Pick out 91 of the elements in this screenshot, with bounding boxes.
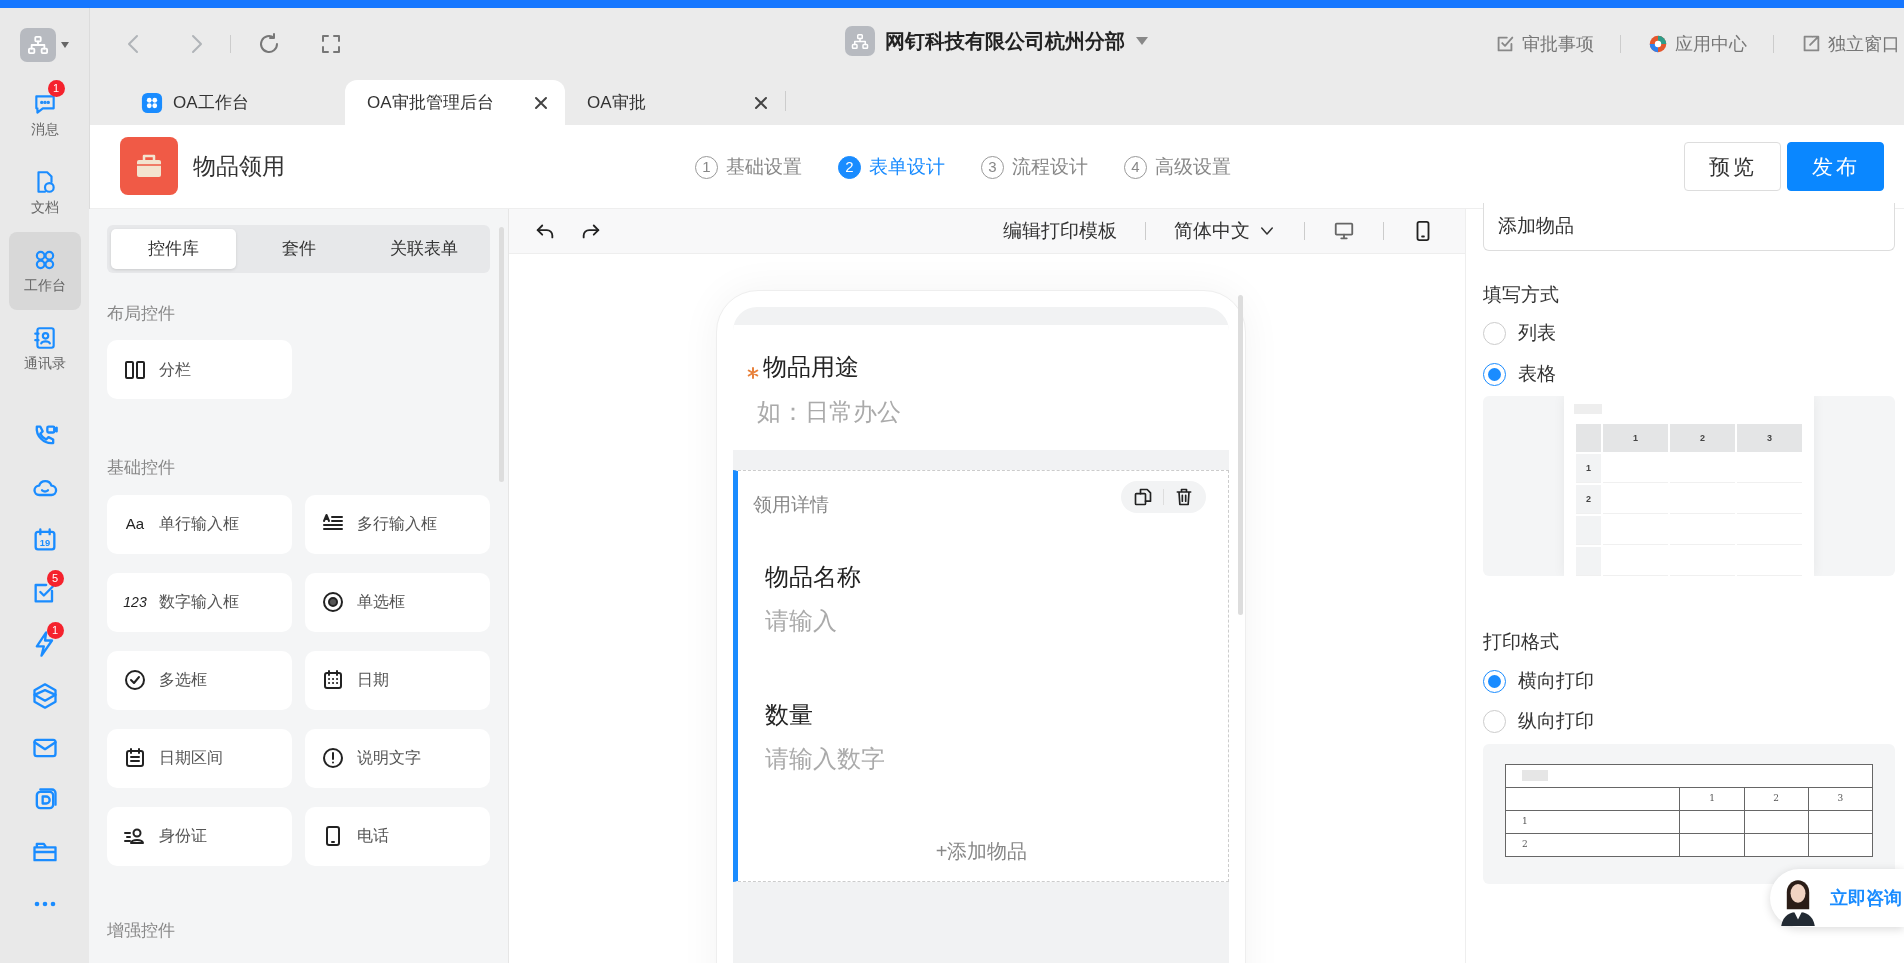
radio-icon bbox=[321, 590, 345, 615]
rail-button[interactable]: 1 bbox=[19, 622, 70, 666]
radio-option[interactable]: 表格 bbox=[1483, 359, 1556, 389]
field-label: 数量 bbox=[765, 700, 814, 731]
glyph-icon: 123 bbox=[123, 591, 147, 613]
detail-table-field[interactable]: 领用详情 物品名称 请输入 数量 请输入数字 +添加物品 bbox=[733, 469, 1229, 883]
palette-item[interactable]: 日期 bbox=[305, 650, 490, 710]
preview-button[interactable]: 预览 bbox=[1684, 141, 1781, 191]
section-title: 布局控件 bbox=[107, 302, 176, 325]
palette-item[interactable]: 日期区间 bbox=[107, 728, 292, 788]
radio-option[interactable]: 纵向打印 bbox=[1483, 707, 1594, 736]
row-number: 2 bbox=[1505, 833, 1680, 857]
input-field[interactable]: 添加物品 bbox=[1483, 202, 1895, 251]
rail-item[interactable]: 通讯录 bbox=[8, 310, 81, 388]
palette-tab[interactable]: 套件 bbox=[236, 228, 361, 269]
caret-icon bbox=[59, 41, 70, 49]
close-icon[interactable] bbox=[753, 94, 769, 111]
browser-tab[interactable]: OA工作台 bbox=[125, 80, 345, 125]
palette-tab[interactable]: 关联表单 bbox=[361, 228, 486, 269]
browser-tab[interactable]: OA审批 bbox=[565, 80, 785, 125]
count-badge: 1 bbox=[47, 80, 65, 97]
cube-icon bbox=[30, 682, 59, 710]
count-badge: 5 bbox=[46, 570, 64, 587]
org-switcher[interactable]: 网钉科技有限公司杭州分部 bbox=[845, 26, 1149, 56]
title-placeholder-bar bbox=[1522, 770, 1548, 782]
rail-button[interactable]: 5 bbox=[19, 570, 70, 614]
language-select[interactable]: 简体中文 bbox=[1174, 216, 1276, 246]
delete-icon[interactable] bbox=[1174, 486, 1194, 507]
header-link[interactable]: 独立窗口 bbox=[1800, 30, 1900, 58]
app-title: 物品领用 bbox=[193, 152, 285, 182]
count-badge: 1 bbox=[46, 622, 64, 639]
rail-item[interactable]: 文档 bbox=[8, 154, 81, 232]
fullscreen-icon[interactable] bbox=[319, 32, 343, 56]
column-header: 1 bbox=[1679, 787, 1745, 811]
section-title: 基础控件 bbox=[107, 457, 176, 480]
row-number: 2 bbox=[1576, 485, 1601, 515]
rail-item[interactable]: 消息 1 bbox=[8, 76, 81, 154]
palette-item[interactable]: 123 数字输入框 bbox=[107, 572, 292, 632]
caret-icon bbox=[1135, 36, 1149, 46]
step-tab[interactable]: 3 流程设计 bbox=[981, 153, 1088, 182]
field-label: 物品用途 bbox=[763, 352, 859, 383]
copy-icon[interactable] bbox=[1133, 486, 1153, 507]
org-switcher[interactable] bbox=[19, 28, 70, 62]
palette-item[interactable]: 说明文字 bbox=[305, 728, 490, 788]
palette-item[interactable]: Aa 单行输入框 bbox=[107, 494, 292, 554]
radio-option[interactable]: 横向打印 bbox=[1483, 666, 1594, 696]
palette-item[interactable]: 分栏 bbox=[107, 340, 292, 400]
palette-item[interactable]: 多行输入框 bbox=[305, 494, 490, 554]
org-logo-icon bbox=[845, 26, 875, 56]
section-title: 增强控件 bbox=[107, 919, 176, 942]
close-icon[interactable] bbox=[533, 94, 549, 111]
header-link[interactable]: 应用中心 bbox=[1647, 30, 1747, 58]
contact-card-icon bbox=[31, 324, 58, 351]
field-placeholder: 请输入数字 bbox=[765, 744, 886, 775]
pinwheel-icon bbox=[1647, 33, 1669, 55]
step-tab[interactable]: 4 高级设置 bbox=[1124, 153, 1231, 182]
step-tab[interactable]: 1 基础设置 bbox=[695, 153, 802, 182]
check-circle-icon bbox=[123, 668, 147, 693]
field-placeholder: 如：日常办公 bbox=[757, 396, 902, 427]
column-header: 2 bbox=[1670, 424, 1735, 453]
form-field[interactable]: 物品用途 如：日常办公 bbox=[733, 324, 1229, 450]
exclamation-circle-icon bbox=[321, 746, 345, 771]
palette-item[interactable]: 身份证 bbox=[107, 806, 292, 866]
field-placeholder: 请输入 bbox=[765, 606, 838, 637]
glyph-icon: Aa bbox=[123, 513, 147, 536]
publish-button[interactable]: 发布 bbox=[1787, 141, 1884, 191]
section-title: 填写方式 bbox=[1483, 282, 1560, 307]
radio-option[interactable]: 列表 bbox=[1483, 319, 1556, 348]
column-header: 3 bbox=[1808, 787, 1873, 811]
scrollbar[interactable] bbox=[499, 226, 504, 482]
print-template-button[interactable]: 编辑打印模板 bbox=[1003, 216, 1117, 246]
palette-item[interactable]: 多选框 bbox=[107, 650, 292, 710]
column-header: 1 bbox=[1603, 424, 1668, 453]
row-number: 1 bbox=[1505, 810, 1680, 834]
refresh-icon[interactable] bbox=[257, 32, 281, 56]
scrollbar[interactable] bbox=[1238, 294, 1243, 615]
browser-tab[interactable]: OA审批管理后台 bbox=[345, 80, 565, 125]
section-title: 打印格式 bbox=[1483, 630, 1560, 655]
column-header: 3 bbox=[1737, 424, 1802, 453]
column-header: 2 bbox=[1744, 787, 1809, 811]
field-label: 物品名称 bbox=[765, 562, 862, 593]
palette-tab[interactable]: 控件库 bbox=[111, 228, 236, 269]
app-logo-icon bbox=[141, 91, 163, 114]
org-logo-icon bbox=[19, 28, 56, 62]
palette-item[interactable]: 单选框 bbox=[305, 572, 490, 632]
row-number: 1 bbox=[1576, 454, 1601, 484]
rail-item[interactable]: 工作台 bbox=[8, 232, 81, 310]
section-title: 领用详情 bbox=[753, 492, 829, 517]
add-item-button[interactable]: +添加物品 bbox=[929, 835, 1034, 868]
palette-item[interactable]: 电话 bbox=[305, 806, 490, 866]
header-link[interactable]: 审批事项 bbox=[1494, 30, 1594, 58]
